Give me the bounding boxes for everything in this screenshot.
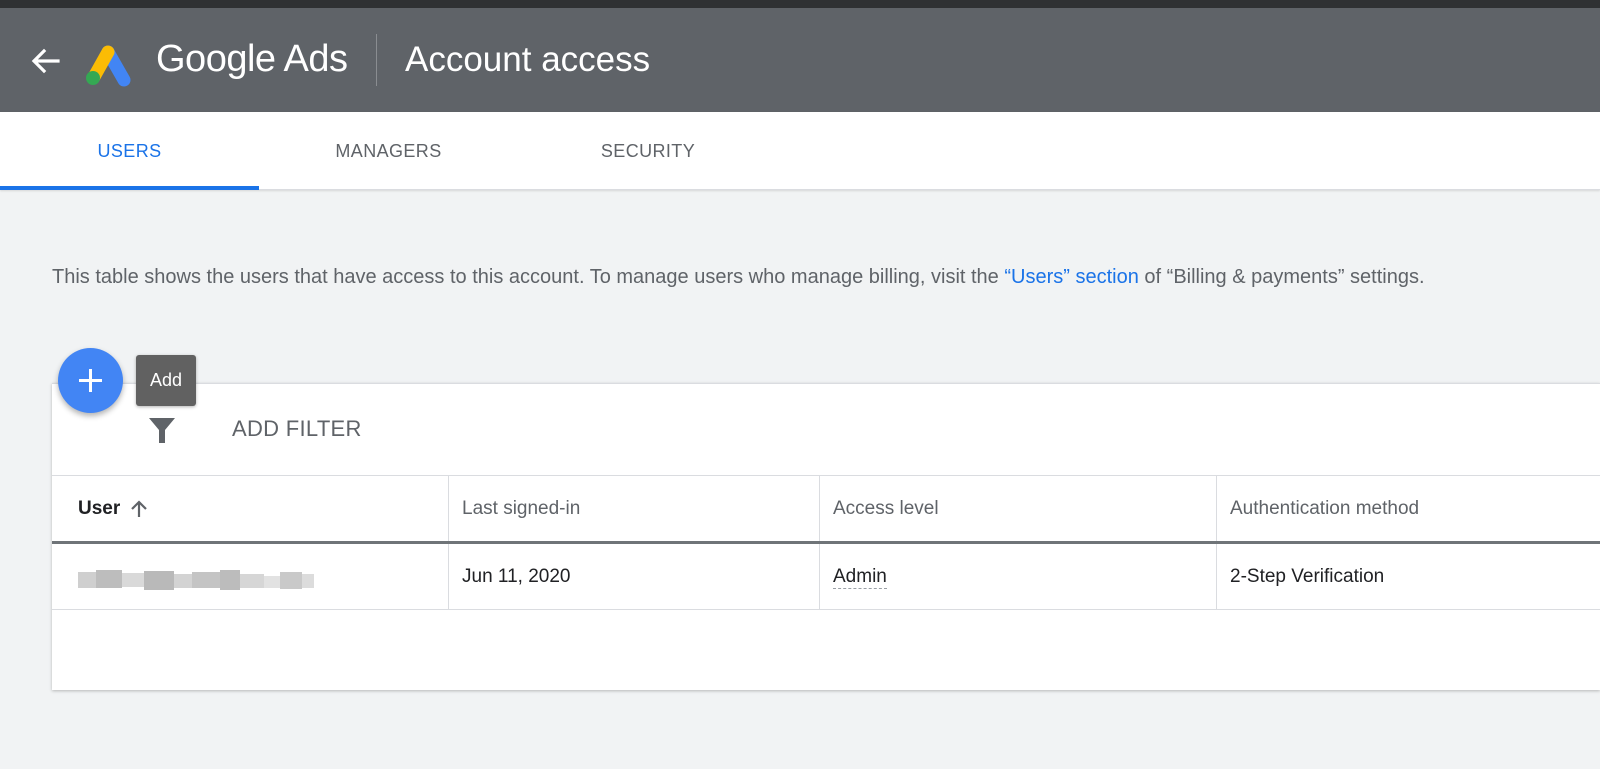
blurred-user-email[interactable]: [78, 568, 314, 592]
header-divider: [376, 34, 377, 86]
access-level-link[interactable]: Admin: [833, 566, 887, 589]
window-top-strip: [0, 0, 1600, 8]
column-header-user[interactable]: User: [78, 476, 148, 542]
filter-icon[interactable]: [148, 416, 176, 444]
tab-managers[interactable]: MANAGERS: [259, 112, 518, 190]
cell-access-level: Admin: [833, 544, 887, 610]
table-row-border: [52, 609, 1600, 610]
app-header: Google Ads Account access: [0, 8, 1600, 112]
add-user-button[interactable]: [58, 348, 123, 413]
tab-security[interactable]: SECURITY: [518, 112, 778, 190]
tab-bar: USERS MANAGERS SECURITY: [0, 112, 1600, 190]
column-header-access-level[interactable]: Access level: [833, 476, 939, 542]
column-header-authentication-method[interactable]: Authentication method: [1230, 476, 1419, 542]
google-ads-logo-icon: [86, 45, 131, 87]
description-text: This table shows the users that have acc…: [52, 266, 1425, 289]
cell-last-signed-in: Jun 11, 2020: [462, 566, 571, 587]
description-prefix: This table shows the users that have acc…: [52, 266, 1005, 288]
brand-name: Google Ads: [156, 38, 348, 80]
add-tooltip: Add: [136, 355, 196, 406]
page-title: Account access: [405, 40, 651, 79]
column-header-last-signed-in[interactable]: Last signed-in: [462, 476, 580, 542]
plus-icon-vertical: [89, 369, 92, 392]
arrow-up-icon[interactable]: [130, 499, 148, 519]
add-filter-button[interactable]: ADD FILTER: [232, 416, 362, 442]
description-suffix: of “Billing & payments” settings.: [1138, 266, 1425, 288]
cell-auth-method: 2-Step Verification: [1230, 566, 1385, 587]
users-section-link[interactable]: “Users” section: [1004, 266, 1138, 288]
tab-users[interactable]: USERS: [0, 112, 259, 190]
back-arrow-icon[interactable]: [28, 46, 64, 76]
column-header-user-label: User: [78, 498, 121, 519]
active-tab-indicator: [0, 186, 259, 190]
